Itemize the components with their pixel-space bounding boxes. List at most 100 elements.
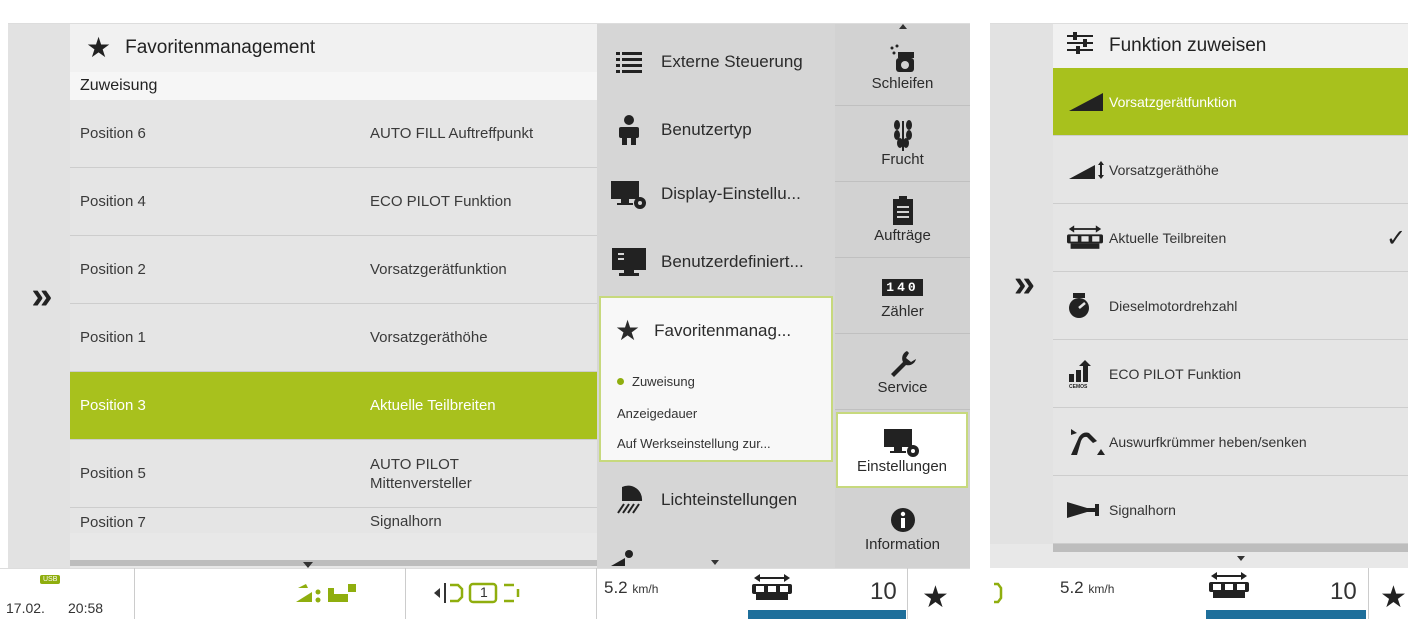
crop-icon <box>889 119 917 151</box>
tab-service[interactable]: Service <box>835 334 970 410</box>
assign-function-header: Funktion zuweisen <box>1053 24 1408 68</box>
sep-line <box>405 568 406 619</box>
settings-display-icon <box>884 426 920 458</box>
function-item[interactable]: Dieselmotordrehzahl <box>1053 272 1408 340</box>
gear-number: 1 <box>480 584 488 600</box>
menu-item-externe-steuerung[interactable]: Externe Steuerung <box>597 28 835 96</box>
function-item[interactable]: Signalhorn <box>1053 476 1408 544</box>
tab-information[interactable]: Information <box>835 490 970 566</box>
favorite-star-button[interactable]: ★ <box>1380 580 1407 615</box>
checkmark-icon: ✓ <box>1386 225 1407 252</box>
partial-widths-icon <box>752 574 792 607</box>
table-row-selected[interactable]: Position 3 Aktuelle Teilbreiten <box>70 372 597 440</box>
star-icon: ★ <box>86 32 112 63</box>
assignment-table: Position 6 AUTO FILL Auftreffpunkt Positi… <box>70 100 597 533</box>
menu-item-benutzerdefiniert[interactable]: Benutzerdefiniert... <box>597 228 835 296</box>
tab-frucht[interactable]: Frucht <box>835 106 970 182</box>
header-function-icon <box>1067 92 1109 111</box>
scroll-divider[interactable] <box>1053 544 1408 552</box>
speed-display: 5.2 km/h <box>1060 578 1115 597</box>
partial-menu-icon <box>611 548 635 566</box>
function-label: AUTO PILOT Mittenversteller <box>370 455 472 492</box>
submenu-item-anzeigedauer[interactable]: Anzeigedauer <box>617 406 697 421</box>
tab-einstellungen[interactable]: Einstellungen <box>836 412 968 488</box>
scroll-divider[interactable] <box>70 560 597 566</box>
favorites-header: ★ Favoritenmanagement <box>70 24 597 72</box>
table-row[interactable]: Position 5 AUTO PILOT Mittenversteller <box>70 440 597 508</box>
function-label: AUTO FILL Auftreffpunkt <box>370 125 534 142</box>
speed-display: 5.2 km/h <box>604 578 659 597</box>
page-title: Funktion zuweisen <box>1109 35 1267 56</box>
progress-bar <box>1206 610 1366 619</box>
function-item[interactable]: Auswurfkrümmer heben/senken <box>1053 408 1408 476</box>
menu-item-benutzertyp[interactable]: Benutzertyp <box>597 96 835 164</box>
list-icon <box>611 50 647 74</box>
function-item[interactable]: Vorsatzgeräthöhe <box>1053 136 1408 204</box>
scroll-down-indicator-icon[interactable] <box>711 560 719 565</box>
top-bar-line <box>8 8 970 24</box>
tab-auftraege[interactable]: Aufträge <box>835 182 970 258</box>
table-row[interactable]: Position 6 AUTO FILL Auftreffpunkt <box>70 100 597 168</box>
header-height-icon <box>1067 159 1109 181</box>
page-title: Favoritenmanagement <box>125 37 316 58</box>
grinding-icon <box>888 43 918 75</box>
tab-schleifen[interactable]: Schleifen <box>835 30 970 106</box>
wrench-icon <box>889 347 917 379</box>
submenu-item-zuweisung[interactable]: Zuweisung <box>617 374 695 389</box>
menu-item-label: Benutzerdefiniert... <box>661 252 804 271</box>
function-item[interactable]: Aktuelle Teilbreiten ✓ <box>1053 204 1408 272</box>
menu-item-label: Benutzertyp <box>661 120 752 139</box>
submenu-item-werkseinstellung[interactable]: Auf Werkseinstellung zur... <box>617 436 771 451</box>
top-bar-line <box>990 8 1408 24</box>
scroll-down-indicator-icon[interactable] <box>1237 556 1245 561</box>
double-chevron-icon: » <box>31 274 52 317</box>
light-icon <box>611 485 647 515</box>
tab-zaehler[interactable]: 140 Zähler <box>835 258 970 334</box>
position-label: Position 7 <box>80 514 146 531</box>
function-item-selected[interactable]: Vorsatzgerätfunktion <box>1053 68 1408 136</box>
function-item[interactable]: CEMOS ECO PILOT Funktion <box>1053 340 1408 408</box>
info-icon <box>890 504 916 536</box>
position-label: Position 4 <box>80 193 146 210</box>
display-settings-icon <box>611 179 647 209</box>
partial-widths-icon <box>1209 572 1249 605</box>
menu-item-label: Display-Einstellu... <box>661 184 801 203</box>
star-icon: ★ <box>615 315 641 346</box>
function-label: Vorsatzgeräthöhe <box>370 329 488 346</box>
function-label: Signalhorn <box>370 513 442 530</box>
collapse-panel-button[interactable]: » <box>990 24 1053 544</box>
position-label: Position 5 <box>80 465 146 482</box>
menu-item-lichteinstellungen[interactable]: Lichteinstellungen <box>597 466 835 534</box>
sep-line <box>1368 568 1369 619</box>
function-label: Aktuelle Teilbreiten <box>370 397 496 414</box>
gear-bracket-icon <box>992 580 1004 611</box>
counter-icon: 140 <box>882 271 923 303</box>
table-row[interactable]: Position 7 Signalhorn <box>70 508 597 533</box>
user-icon <box>611 115 647 145</box>
engine-speed-icon <box>1067 292 1109 319</box>
machine-status-icon <box>294 580 364 611</box>
menu-item-label: Externe Steuerung <box>661 52 803 71</box>
function-label: Vorsatzgerätfunktion <box>370 261 507 278</box>
menu-item-favoritenmanagement[interactable]: ★ Favoritenmanag... Zuweisung Anzeigedaue… <box>599 296 833 462</box>
section-label: Zuweisung <box>70 72 597 100</box>
table-row[interactable]: Position 1 Vorsatzgeräthöhe <box>70 304 597 372</box>
sep-line <box>134 568 135 619</box>
sep-line <box>596 568 597 619</box>
menu-item-label: Lichteinstellungen <box>661 490 798 509</box>
position-label: Position 6 <box>80 125 146 142</box>
table-row[interactable]: Position 2 Vorsatzgerätfunktion <box>70 236 597 304</box>
count-value: 10 <box>1330 578 1357 605</box>
clipboard-icon <box>892 195 914 227</box>
sliders-icon <box>1067 32 1093 60</box>
favorite-star-button[interactable]: ★ <box>922 580 949 615</box>
collapse-panel-button[interactable]: » <box>8 24 70 568</box>
scroll-up-indicator-icon[interactable] <box>899 24 907 29</box>
position-label: Position 3 <box>80 397 146 414</box>
table-row[interactable]: Position 4 ECO PILOT Funktion <box>70 168 597 236</box>
status-time: 20:58 <box>68 600 104 616</box>
double-chevron-icon: » <box>1013 262 1035 305</box>
menu-item-display-einstellungen[interactable]: Display-Einstellu... <box>597 160 835 228</box>
menu-item-label: Favoritenmanag... <box>654 320 792 340</box>
active-dot-icon <box>617 378 624 385</box>
